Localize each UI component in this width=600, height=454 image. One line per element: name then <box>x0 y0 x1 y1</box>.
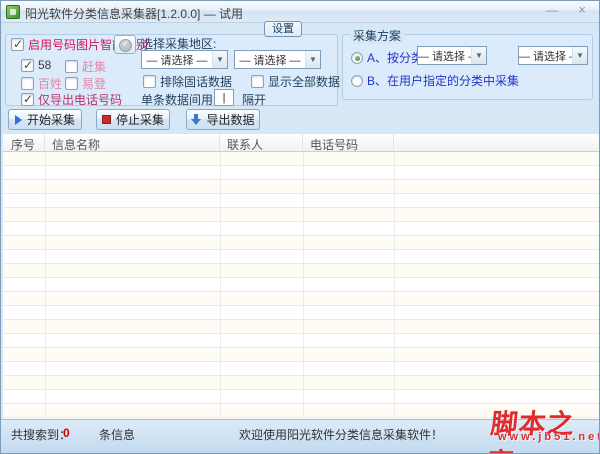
checkbox-label: 易登 <box>82 77 107 91</box>
found-count: 0 <box>63 426 70 440</box>
tab-settings[interactable]: 设置 <box>264 21 302 37</box>
column-header-blank <box>394 134 599 151</box>
combo-value: — 请选择 — <box>519 50 572 63</box>
button-label: 开始采集 <box>26 113 75 127</box>
column-header-contact[interactable]: 联系人 <box>220 134 303 151</box>
chevron-down-icon: ▼ <box>305 51 320 68</box>
checkbox-label: 赶集 <box>82 60 107 74</box>
radio-circle <box>351 74 363 87</box>
checkbox-exclude-landline[interactable]: 排除固话数据 <box>143 73 232 90</box>
checkbox-box <box>143 75 156 88</box>
button-label: 停止采集 <box>115 113 164 127</box>
column-separator <box>220 152 221 419</box>
checkbox-box <box>21 92 34 106</box>
found-suffix-label: 条信息 <box>99 428 136 442</box>
checkbox-box <box>251 75 264 88</box>
region-dropdown-2[interactable]: — 请选择 — ▼ <box>234 50 321 69</box>
table-header: 序号 信息名称 联系人 电话号码 <box>3 134 599 152</box>
play-icon <box>14 114 22 125</box>
close-button[interactable]: × <box>569 2 595 18</box>
column-separator <box>303 152 304 419</box>
checkbox-site-ganji[interactable]: 赶集 <box>65 58 106 75</box>
checkbox-label: 显示全部数据 <box>268 75 341 89</box>
plan-dropdown-2[interactable]: — 请选择 — ▼ <box>518 46 588 65</box>
separator-suffix-label: 隔开 <box>242 93 267 107</box>
checkbox-label: 百姓 <box>38 77 63 91</box>
radio-plan-b[interactable]: B、在用户指定的分类中采集 <box>351 72 519 89</box>
verify-code-button[interactable] <box>114 35 136 54</box>
checkbox-label: 排除固话数据 <box>160 75 233 89</box>
region-dropdown-1[interactable]: — 请选择 — ▼ <box>141 50 228 69</box>
combo-value: — 请选择 — <box>239 54 301 67</box>
start-collect-button[interactable]: 开始采集 <box>8 109 82 130</box>
checkbox-box <box>21 58 34 72</box>
checkbox-label: 仅导出电话号码 <box>38 93 123 107</box>
found-prefix-label: 共搜索到： <box>11 428 72 442</box>
window-title: 阳光软件分类信息采集器[1.2.0.0] — 试用 <box>25 7 244 21</box>
plan-group-caption: 采集方案 <box>350 27 405 44</box>
welcome-message: 欢迎使用阳光软件分类信息采集软件！ <box>239 428 444 442</box>
button-label: 导出数据 <box>206 113 255 127</box>
column-header-phone[interactable]: 电话号码 <box>303 134 394 151</box>
checkbox-box <box>65 60 78 73</box>
checkbox-label: 58 <box>38 58 52 72</box>
checkbox-site-58[interactable]: 58 <box>21 58 51 72</box>
title-bar: 阳光软件分类信息采集器[1.2.0.0] — 试用 — × <box>1 1 599 23</box>
stop-collect-button[interactable]: 停止采集 <box>96 109 170 130</box>
app-icon <box>6 5 20 19</box>
checkbox-box <box>21 77 34 90</box>
radio-circle <box>351 51 363 64</box>
plan-dropdown-1[interactable]: — 请选择 — ▼ <box>417 46 487 65</box>
chevron-down-icon: ▼ <box>572 47 587 64</box>
column-separator <box>45 152 46 419</box>
download-arrow-icon <box>191 114 202 125</box>
checkbox-box <box>11 37 24 51</box>
watermark-url: www.jb51.net <box>498 431 600 443</box>
checkbox-box <box>65 77 78 90</box>
separator-input[interactable] <box>214 89 234 106</box>
app-window: 阳光软件分类信息采集器[1.2.0.0] — 试用 — × 设置 启用号码图片智… <box>0 0 600 454</box>
column-header-index[interactable]: 序号 <box>3 134 45 151</box>
results-table-body <box>3 152 599 419</box>
combo-value: — 请选择 — <box>418 50 471 63</box>
verify-circle-icon <box>119 38 132 52</box>
checkbox-site-yideng[interactable]: 易登 <box>65 75 106 92</box>
radio-label: B、在用户指定的分类中采集 <box>367 74 520 88</box>
checkbox-show-all-data[interactable]: 显示全部数据 <box>251 73 340 90</box>
chevron-down-icon: ▼ <box>471 47 486 64</box>
column-separator <box>394 152 395 419</box>
watermark-logo: 脚本之家 <box>485 409 577 453</box>
export-data-button[interactable]: 导出数据 <box>186 109 260 130</box>
column-header-name[interactable]: 信息名称 <box>45 134 220 151</box>
separator-prefix-label: 单条数据间用 <box>141 93 214 107</box>
stop-icon <box>101 115 111 124</box>
minimize-button[interactable]: — <box>539 2 565 18</box>
chevron-down-icon: ▼ <box>212 51 227 68</box>
combo-value: — 请选择 — <box>146 54 208 67</box>
checkbox-site-baixing[interactable]: 百姓 <box>21 75 62 92</box>
checkbox-export-phone-only[interactable]: 仅导出电话号码 <box>21 91 122 108</box>
